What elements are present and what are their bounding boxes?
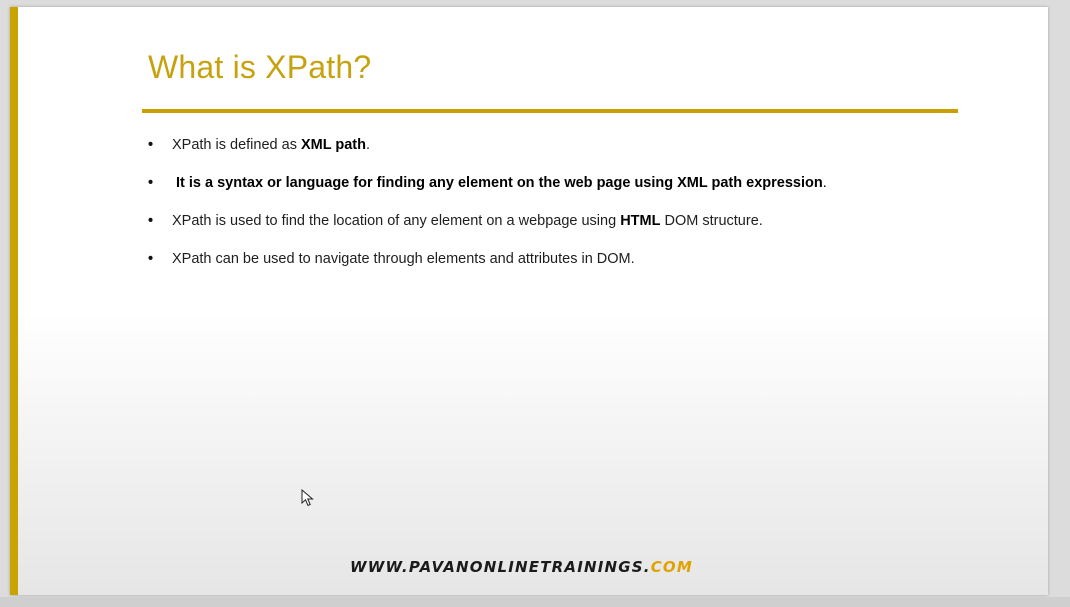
bullet-text-pre: XPath is used to find the location of an… — [172, 213, 621, 229]
presentation-viewport: What is XPath? • XPath is defined as XML… — [0, 0, 1070, 607]
slide-accent-bar — [10, 7, 18, 595]
bullet-dot: • — [148, 137, 154, 153]
bullet-item: • XPath is used to find the location of … — [148, 211, 1008, 249]
bullet-text-pre: XPath can be used to navigate through el… — [172, 251, 635, 267]
bullet-text-post: DOM structure. — [660, 213, 763, 229]
slide: What is XPath? • XPath is defined as XML… — [10, 7, 1048, 595]
bullet-dot: • — [148, 175, 154, 191]
bullet-text-bold: HTML — [620, 213, 661, 229]
bullet-text-bold: XML path — [300, 137, 366, 153]
bullet-text-main: It is a syntax or language for finding a… — [176, 175, 823, 191]
footer-website-url: WWW.PAVANONLINETRAININGS.COM — [350, 558, 693, 576]
mouse-pointer-icon — [301, 489, 314, 507]
bullet-dot: • — [148, 213, 154, 229]
slide-title: What is XPath? — [148, 49, 372, 85]
bullet-text: XPath can be used to navigate through el… — [172, 249, 635, 269]
title-underline — [142, 109, 958, 113]
bullet-item: • XPath is defined as XML path. — [148, 135, 1008, 173]
bullet-item: • It is a syntax or language for finding… — [148, 173, 1008, 211]
bullet-text-post: . — [822, 175, 827, 191]
bullet-dot: • — [148, 251, 154, 267]
bullet-text: XPath is defined as XML path. — [172, 135, 370, 155]
footer-url-accent: COM — [650, 558, 694, 576]
bullet-item: • XPath can be used to navigate through … — [148, 249, 1008, 287]
bullet-text: It is a syntax or language for finding a… — [176, 173, 827, 193]
bottom-strip — [0, 597, 1070, 607]
bullet-list: • XPath is defined as XML path. • It is … — [148, 135, 1008, 287]
bullet-text-post: . — [365, 137, 370, 153]
bullet-text-pre: XPath is defined as — [172, 137, 301, 153]
footer-url-main: WWW.PAVANONLINETRAININGS. — [350, 558, 651, 576]
bullet-text: XPath is used to find the location of an… — [172, 211, 763, 231]
